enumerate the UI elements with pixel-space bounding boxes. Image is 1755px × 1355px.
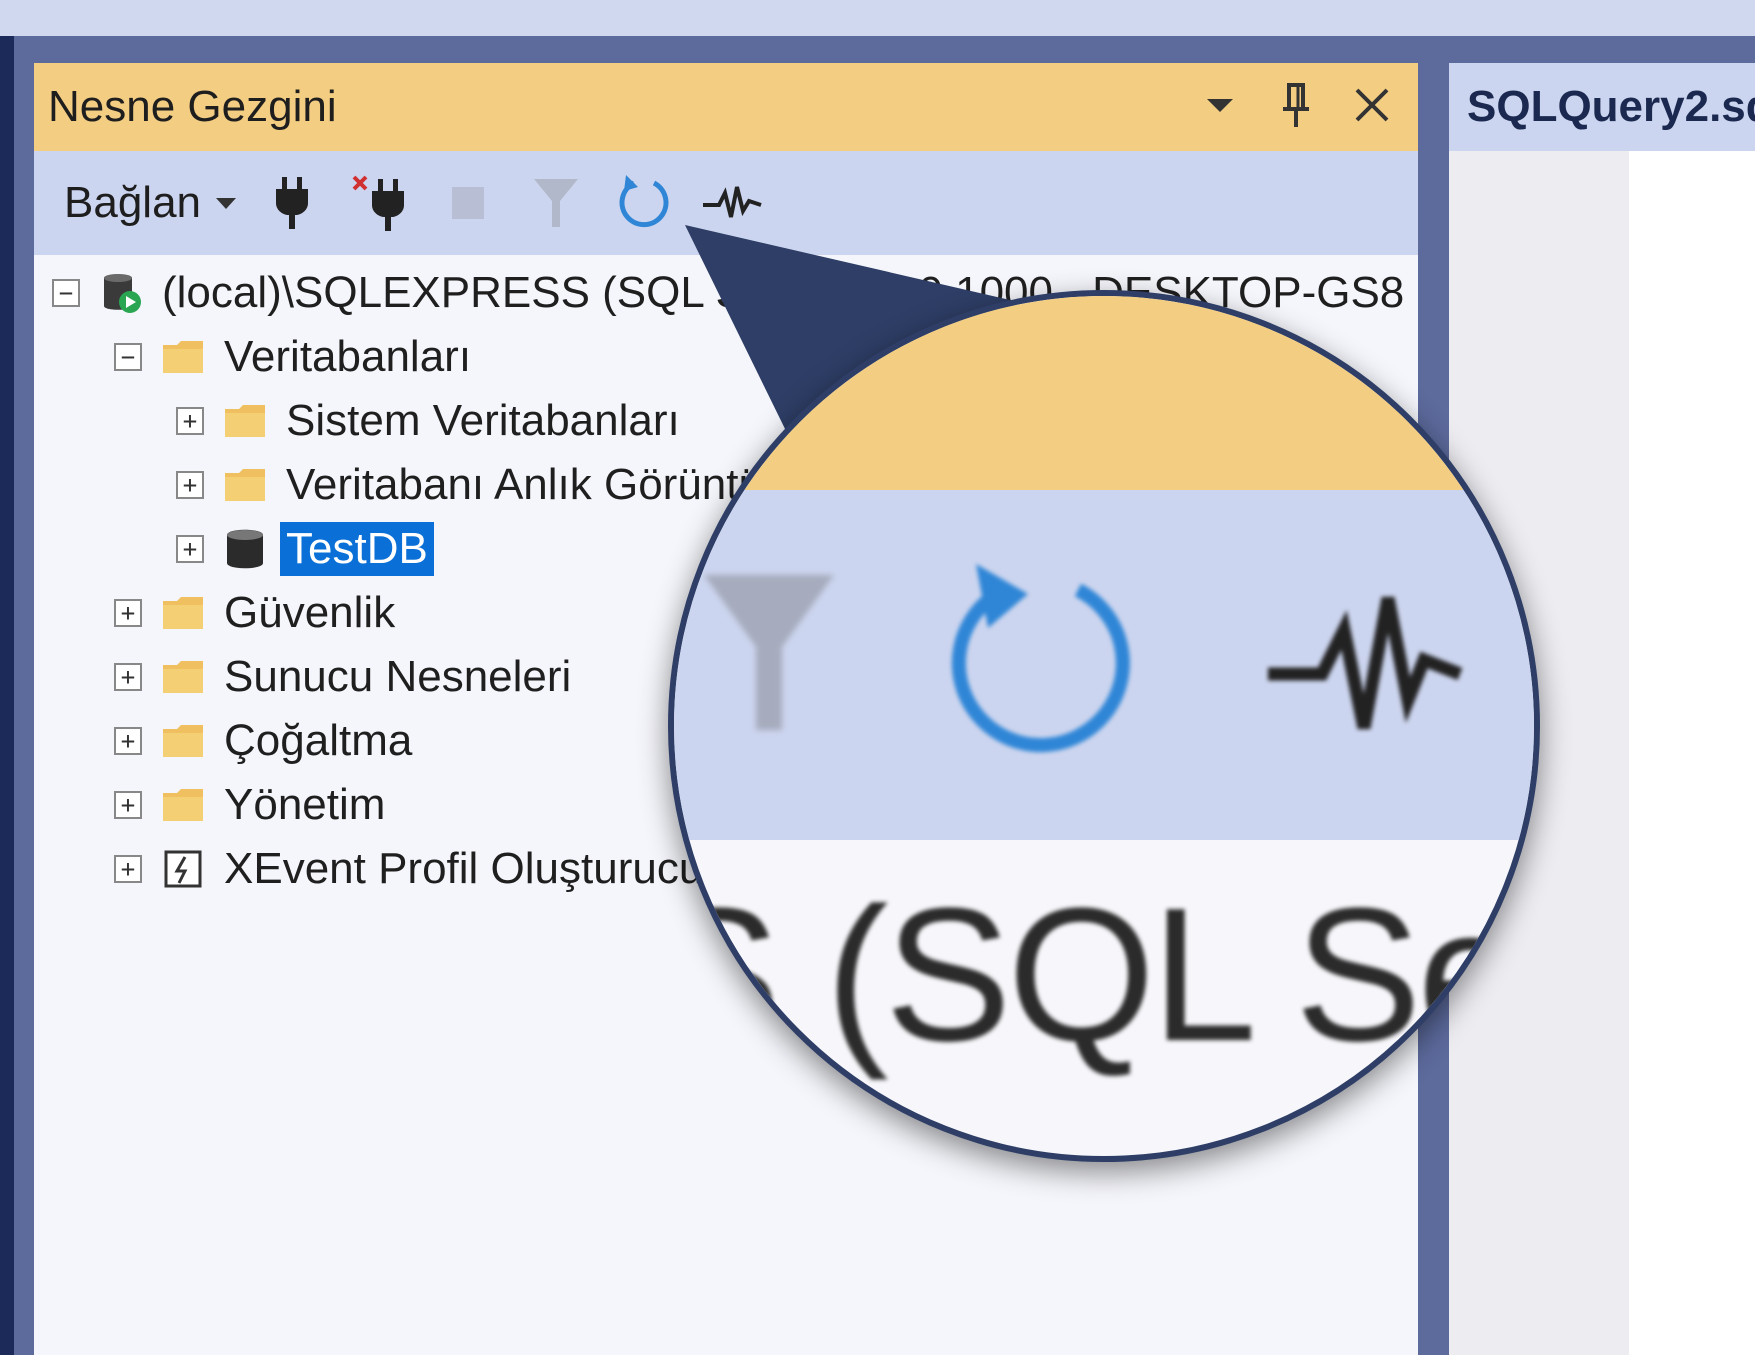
- magnified-filter-icon: [704, 575, 834, 730]
- magnified-title-bar: [674, 296, 1534, 490]
- magnified-toolbar: [674, 490, 1534, 840]
- magnified-server-text: S (SQL Se: [668, 869, 1523, 1081]
- magnifier-callout: S (SQL Se: [668, 290, 1540, 1162]
- magnified-activity-monitor-icon: [1268, 596, 1463, 730]
- magnified-refresh-icon: [951, 564, 1130, 753]
